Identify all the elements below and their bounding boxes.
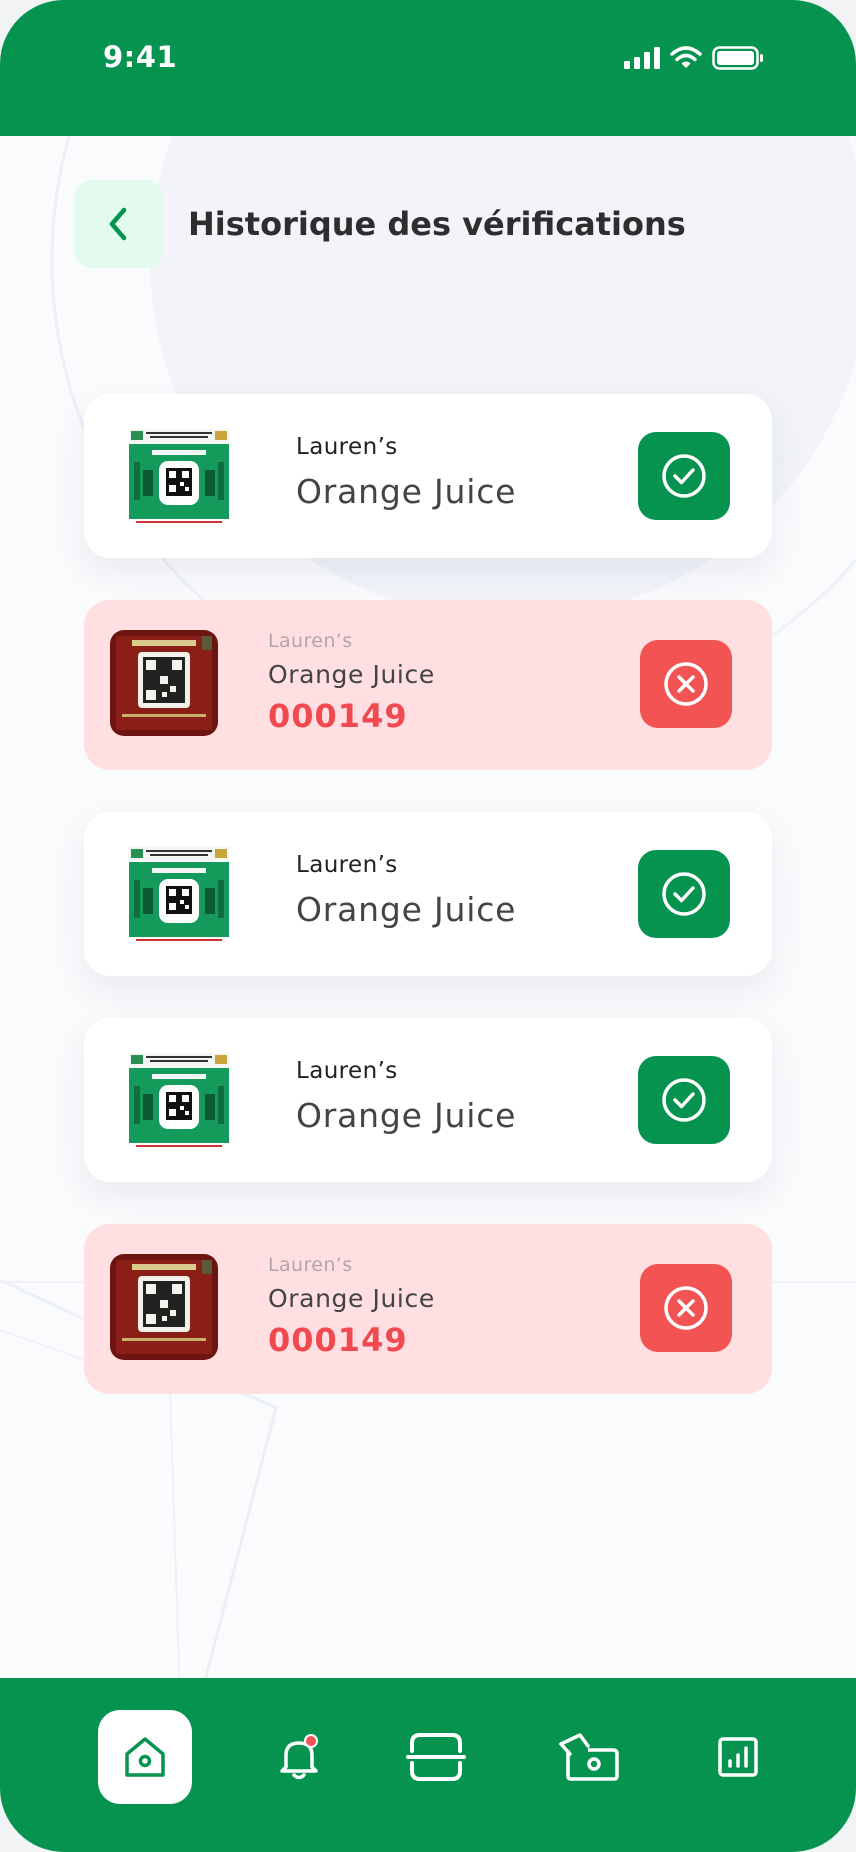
item-info: Lauren’s Orange Juice — [296, 1058, 516, 1135]
battery-icon — [712, 46, 763, 70]
nav-payment[interactable] — [542, 1710, 636, 1804]
nav-stats[interactable] — [691, 1710, 785, 1804]
nav-notifications[interactable] — [252, 1710, 346, 1804]
item-brand: Lauren’s — [296, 1058, 398, 1084]
page-header: Historique des vérifications — [74, 180, 686, 268]
bottom-nav — [0, 1678, 856, 1852]
valid-status-badge — [638, 432, 730, 520]
item-brand: Lauren’s — [268, 630, 353, 652]
verification-item[interactable]: Lauren’s Orange Juice 000149 — [84, 600, 772, 770]
valid-status-badge — [638, 1056, 730, 1144]
item-product: Orange Juice — [296, 472, 517, 511]
x-circle-icon — [664, 1286, 708, 1330]
app-screen: 9:41 Historique des vérifications Lauren… — [0, 0, 856, 1852]
page-title: Historique des vérifications — [188, 205, 686, 243]
back-button[interactable] — [74, 180, 164, 268]
invalid-status-badge — [640, 640, 732, 728]
check-circle-icon — [662, 454, 706, 498]
verification-item[interactable]: Lauren’s Orange Juice — [84, 394, 772, 558]
item-info: Lauren’s Orange Juice — [296, 852, 516, 929]
certificate-thumbnail — [128, 846, 230, 946]
home-icon — [125, 1737, 165, 1777]
item-code: 000149 — [268, 697, 408, 735]
item-info: Lauren’s Orange Juice 000149 — [268, 1254, 435, 1359]
item-product: Orange Juice — [268, 1284, 435, 1313]
item-info: Lauren’s Orange Juice 000149 — [268, 630, 435, 735]
x-circle-icon — [664, 662, 708, 706]
verification-item[interactable]: Lauren’s Orange Juice — [84, 1018, 772, 1182]
item-info: Lauren’s Orange Juice — [296, 434, 516, 511]
wifi-icon — [670, 46, 702, 68]
bell-icon — [280, 1734, 318, 1780]
item-brand: Lauren’s — [296, 434, 398, 460]
item-brand: Lauren’s — [268, 1254, 353, 1276]
valid-status-badge — [638, 850, 730, 938]
certificate-thumbnail — [110, 630, 218, 736]
status-time: 9:41 — [103, 40, 178, 74]
nav-scan[interactable] — [389, 1710, 483, 1804]
item-brand: Lauren’s — [296, 852, 398, 878]
chevron-left-icon — [109, 207, 127, 241]
item-product: Orange Juice — [296, 890, 517, 929]
item-code: 000149 — [268, 1321, 408, 1359]
verification-item[interactable]: Lauren’s Orange Juice — [84, 812, 772, 976]
check-circle-icon — [662, 1078, 706, 1122]
check-circle-icon — [662, 872, 706, 916]
status-bar: 9:41 — [0, 0, 856, 136]
invalid-status-badge — [640, 1264, 732, 1352]
certificate-thumbnail — [128, 1052, 230, 1152]
certificate-thumbnail — [128, 428, 230, 528]
item-product: Orange Juice — [268, 660, 435, 689]
verification-item[interactable]: Lauren’s Orange Juice 000149 — [84, 1224, 772, 1394]
signal-icon — [624, 47, 660, 69]
item-product: Orange Juice — [296, 1096, 517, 1135]
status-icons — [624, 46, 764, 70]
nav-home[interactable] — [98, 1710, 192, 1804]
payment-icon — [559, 1733, 619, 1781]
certificate-thumbnail — [110, 1254, 218, 1360]
scan-icon — [406, 1733, 466, 1781]
stats-icon — [718, 1737, 758, 1777]
